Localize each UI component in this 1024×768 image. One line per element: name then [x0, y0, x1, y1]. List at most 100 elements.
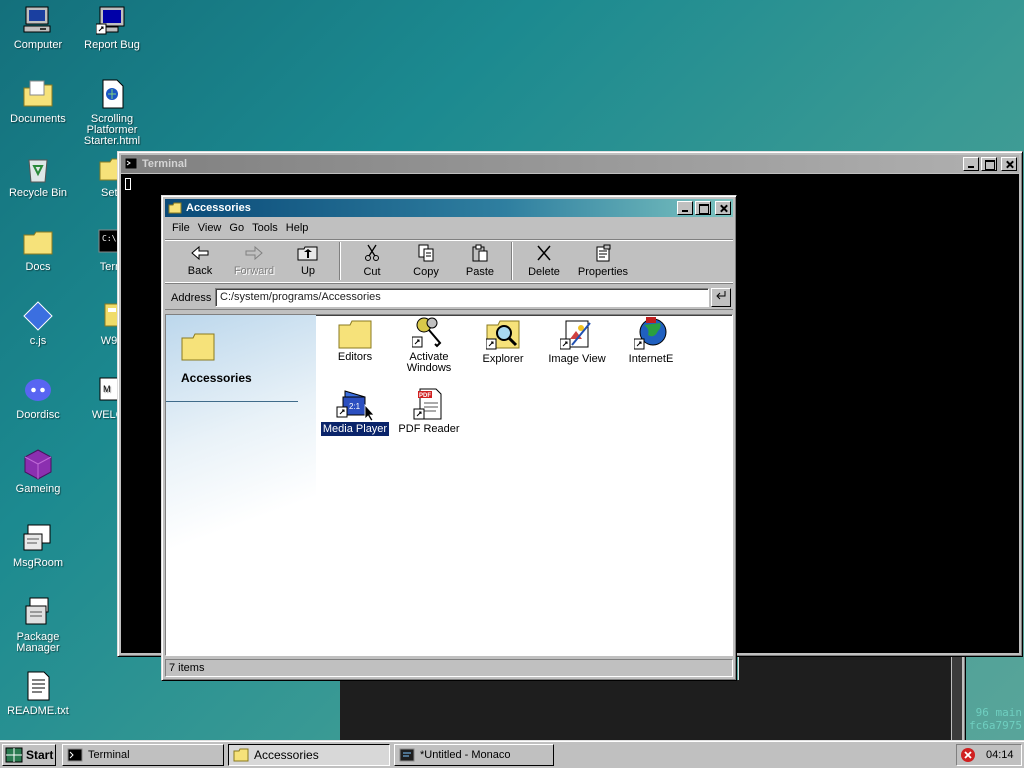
- file-item-pdf-reader[interactable]: PDF PDF Reader: [394, 387, 464, 435]
- documents-folder-icon: [23, 80, 53, 107]
- system-tray: 04:14: [956, 744, 1022, 766]
- window-controls: [675, 201, 731, 215]
- file-item-internete[interactable]: InternetE: [616, 317, 686, 365]
- explorer-icon: [486, 320, 520, 350]
- enter-arrow-icon: [716, 291, 726, 300]
- side-divider: [166, 401, 298, 402]
- menu-tools[interactable]: Tools: [249, 222, 283, 234]
- file-item-label: Editors: [337, 351, 373, 363]
- text-file-icon: [27, 671, 50, 701]
- desktop-icon-computer[interactable]: Computer: [0, 4, 76, 51]
- desktop-icon-label: Package Manager: [16, 631, 60, 654]
- file-item-label: PDF Reader: [398, 423, 460, 435]
- delete-label: Delete: [528, 266, 560, 278]
- menu-help[interactable]: Help: [283, 222, 314, 234]
- folder-icon: [338, 320, 372, 349]
- close-button[interactable]: [1001, 157, 1017, 171]
- properties-icon: [596, 244, 611, 262]
- clock[interactable]: 04:14: [986, 749, 1014, 761]
- file-item-editors[interactable]: Editors: [320, 319, 390, 363]
- explorer-title: Accessories: [186, 202, 251, 214]
- monaco-editor-lower: [340, 680, 740, 740]
- status-item-count: 7 items: [169, 662, 205, 674]
- desktop-icon-recycle-bin[interactable]: Recycle Bin: [0, 152, 76, 199]
- back-button[interactable]: Back: [173, 245, 227, 277]
- desktop-icon-platformer[interactable]: Scrolling Platformer Starter.html: [74, 78, 150, 147]
- taskbar-item-terminal[interactable]: Terminal: [62, 744, 224, 766]
- taskbar-item-accessories[interactable]: Accessories: [228, 744, 390, 766]
- explorer-titlebar[interactable]: Accessories: [165, 199, 733, 217]
- error-icon[interactable]: [960, 747, 976, 763]
- copy-label: Copy: [413, 266, 439, 278]
- maximize-button[interactable]: [695, 201, 711, 215]
- back-label: Back: [187, 265, 213, 277]
- toolbar-separator: [339, 242, 341, 280]
- address-input[interactable]: C:/system/programs/Accessories: [215, 288, 709, 307]
- desktop-icon-cjs[interactable]: c.js: [0, 300, 76, 347]
- svg-text:C:\: C:\: [102, 234, 117, 243]
- file-item-label: Activate Windows: [406, 351, 452, 374]
- file-item-explorer[interactable]: Explorer: [468, 319, 538, 365]
- taskbar-item-label: Accessories: [254, 748, 319, 762]
- file-item-label: Explorer: [482, 353, 524, 365]
- desktop-icon-label: Doordisc: [16, 409, 60, 421]
- terminal-titlebar[interactable]: Terminal: [121, 155, 1019, 173]
- paste-label: Paste: [465, 266, 495, 278]
- start-button[interactable]: Start: [2, 744, 56, 766]
- menu-go[interactable]: Go: [226, 222, 249, 234]
- desktop-icon-gameing[interactable]: Gameing: [0, 448, 76, 495]
- folder-icon: [168, 202, 182, 214]
- up-button[interactable]: Up: [281, 245, 335, 277]
- file-item-label: Media Player: [319, 421, 391, 437]
- desktop-icon-label: MsgRoom: [12, 557, 64, 569]
- terminal-cursor: [125, 178, 131, 190]
- folder-view[interactable]: Accessories Editors Activate Windows Exp…: [165, 314, 733, 656]
- desktop-icon-label: Documents: [10, 113, 66, 125]
- file-item-activate-windows[interactable]: Activate Windows: [394, 315, 464, 374]
- file-item-media-player[interactable]: 2:1 Media Player: [319, 387, 391, 437]
- svg-text:PDF: PDF: [419, 393, 431, 399]
- delete-button[interactable]: Delete: [517, 244, 571, 278]
- cube-icon: [24, 449, 52, 480]
- keys-icon: [412, 317, 442, 348]
- menu-view[interactable]: View: [195, 222, 227, 234]
- taskbar: Start Terminal Accessories *Untitled - M…: [0, 740, 1024, 768]
- up-label: Up: [300, 265, 316, 277]
- menu-file[interactable]: File: [169, 222, 195, 234]
- address-label: Address: [171, 291, 212, 304]
- address-bar: Address C:/system/programs/Accessories: [165, 286, 733, 310]
- svg-text:M: M: [103, 384, 111, 394]
- minimize-button[interactable]: [963, 157, 979, 171]
- copy-button[interactable]: Copy: [399, 244, 453, 278]
- start-logo-icon: [5, 747, 23, 763]
- close-button[interactable]: [715, 201, 731, 215]
- explorer-window[interactable]: Accessories File View Go Tools Help Back…: [161, 195, 737, 681]
- scissors-icon: [365, 244, 379, 261]
- build-info-line: fc6a7975: [969, 719, 1022, 732]
- maximize-button[interactable]: [981, 157, 997, 171]
- taskbar-item-monaco[interactable]: *Untitled - Monaco: [394, 744, 554, 766]
- image-view-icon: [560, 320, 591, 350]
- toolbar: Back Forward Up Cut Copy Paste Delete Pr…: [165, 239, 733, 283]
- discord-icon: [25, 379, 51, 401]
- forward-button[interactable]: Forward: [227, 245, 281, 277]
- address-go-button[interactable]: [711, 288, 731, 307]
- terminal-icon: [124, 157, 138, 170]
- desktop-icon-package-manager[interactable]: Package Manager: [0, 596, 76, 654]
- svg-text:2:1: 2:1: [349, 402, 361, 411]
- desktop-icon-docs[interactable]: Docs: [0, 226, 76, 273]
- desktop-icon-readme[interactable]: README.txt: [0, 670, 76, 717]
- build-info-text: 96 main fc6a7975: [969, 706, 1022, 732]
- paste-button[interactable]: Paste: [453, 244, 507, 278]
- desktop-icon-report-bug[interactable]: Report Bug: [74, 4, 150, 51]
- desktop-icon-documents[interactable]: Documents: [0, 78, 76, 125]
- properties-button[interactable]: Properties: [571, 244, 635, 278]
- desktop-icon-doordisc[interactable]: Doordisc: [0, 374, 76, 421]
- cut-button[interactable]: Cut: [345, 244, 399, 278]
- desktop-icon-msgroom[interactable]: MsgRoom: [0, 522, 76, 569]
- file-item-label: Image View: [548, 353, 606, 365]
- start-label: Start: [26, 748, 54, 762]
- folder-side-panel: Accessories: [166, 315, 316, 655]
- file-item-image-view[interactable]: Image View: [542, 319, 612, 365]
- minimize-button[interactable]: [677, 201, 693, 215]
